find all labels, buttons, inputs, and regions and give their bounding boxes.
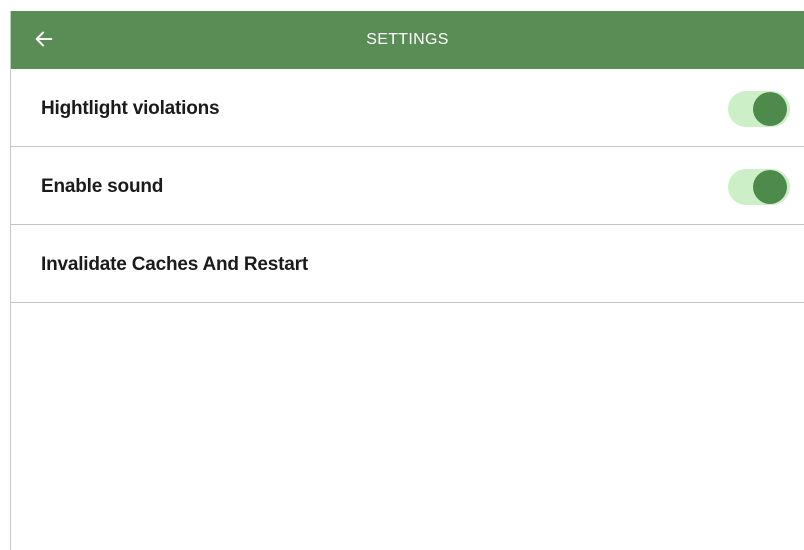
setting-row-invalidate-caches[interactable]: Invalidate Caches And Restart	[11, 225, 804, 303]
settings-list: Hightlight violations Enable sound Inval…	[11, 69, 804, 303]
toggle-thumb	[753, 92, 787, 126]
setting-row-highlight-violations[interactable]: Hightlight violations	[11, 69, 804, 147]
highlight-violations-toggle[interactable]	[728, 91, 790, 127]
setting-row-enable-sound[interactable]: Enable sound	[11, 147, 804, 225]
page-title: SETTINGS	[366, 31, 449, 48]
app-bar: SETTINGS	[11, 11, 804, 69]
enable-sound-toggle[interactable]	[728, 169, 790, 205]
settings-screen: SETTINGS Hightlight violations Enable so…	[10, 11, 804, 550]
toggle-thumb	[753, 170, 787, 204]
setting-label: Invalidate Caches And Restart	[41, 254, 308, 275]
setting-label: Enable sound	[41, 176, 164, 197]
setting-label: Hightlight violations	[41, 98, 220, 119]
